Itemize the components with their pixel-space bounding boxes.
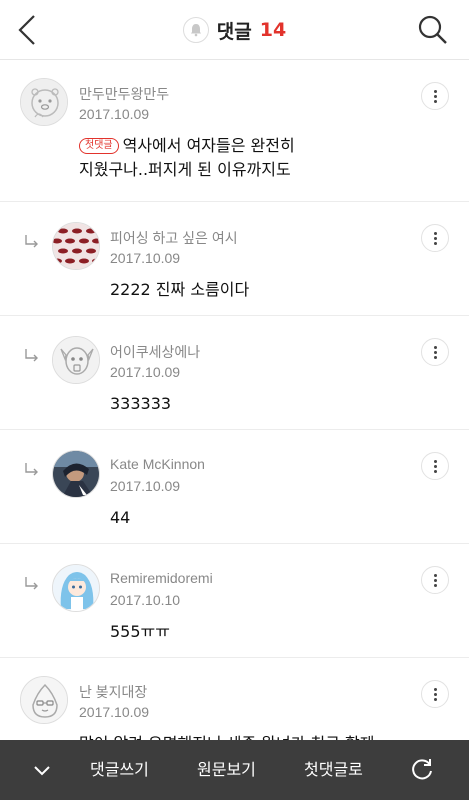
avatar[interactable] — [52, 450, 100, 498]
write-comment-button[interactable]: 댓글쓰기 — [90, 740, 149, 800]
refresh-icon — [412, 759, 432, 780]
reply-arrow-icon — [25, 235, 38, 248]
comment-text-line: 지웠구나..퍼지게 된 이유까지도 — [79, 160, 291, 179]
search-icon — [418, 15, 447, 44]
view-original-button[interactable]: 원문보기 — [197, 740, 256, 800]
comment-text: 첫댓글 역사에서 여자들은 완전히 지웠구나..퍼지게 된 이유까지도 — [79, 134, 295, 182]
reply-arrow-icon — [25, 463, 38, 476]
comment-text: 333333 — [110, 394, 172, 413]
reply-arrow-icon — [25, 349, 38, 362]
avatar[interactable] — [52, 564, 100, 612]
comment-text: 많이 알려 유명해지니 세종 왕녀가 친구 할제 — [79, 732, 374, 740]
avatar[interactable] — [20, 676, 68, 724]
comment-date: 2017.10.09 — [79, 704, 150, 720]
comment-author[interactable]: 만두만두왕만두 — [79, 84, 169, 104]
comment-text: 555ㅠㅠ — [110, 622, 170, 641]
comment-date: 2017.10.10 — [110, 592, 181, 608]
reply-arrow-icon — [25, 577, 38, 590]
comment-date: 2017.10.09 — [110, 250, 181, 266]
comment-text: 2222 진짜 소름이다 — [110, 280, 250, 299]
comment-date: 2017.10.09 — [110, 364, 181, 380]
more-options-button[interactable] — [421, 224, 449, 252]
more-options-button[interactable] — [421, 566, 449, 594]
title-label: 댓글 — [216, 20, 252, 43]
comment-date: 2017.10.09 — [79, 106, 150, 122]
reply-item: 어이쿠세상에나 2017.10.09 333333 — [0, 316, 469, 430]
comment-date: 2017.10.09 — [110, 478, 181, 494]
more-options-button[interactable] — [421, 452, 449, 480]
search-button[interactable] — [415, 12, 451, 48]
reply-item: 피어싱 하고 싶은 여시 2017.10.09 2222 진짜 소름이다 — [0, 202, 469, 316]
collapse-button[interactable] — [28, 756, 56, 784]
comment-author[interactable]: 피어싱 하고 싶은 여시 — [110, 228, 238, 248]
bell-icon[interactable] — [182, 17, 209, 43]
comment-author[interactable]: Remiremidoremi — [110, 570, 213, 586]
reply-item: Kate McKinnon 2017.10.09 44 — [0, 430, 469, 544]
comment-text: 44 — [110, 508, 131, 527]
avatar[interactable] — [20, 78, 68, 126]
chevron-down-icon — [34, 766, 50, 776]
refresh-button[interactable] — [408, 756, 436, 784]
comment-author[interactable]: 어이쿠세상에나 — [110, 342, 200, 362]
avatar[interactable] — [52, 222, 100, 270]
avatar[interactable] — [52, 336, 100, 384]
comment-author[interactable]: Kate McKinnon — [110, 456, 205, 472]
first-comment-button[interactable]: 첫댓글로 — [304, 740, 363, 800]
comment-list[interactable]: 만두만두왕만두 2017.10.09 첫댓글 역사에서 여자들은 완전히 지웠구나… — [0, 60, 469, 740]
app-header: 댓글 14 — [0, 0, 469, 60]
comment-author[interactable]: 난 봊지대장 — [79, 682, 147, 702]
page-title: 댓글 14 — [0, 14, 469, 46]
comment-text-line: 역사에서 여자들은 완전히 — [122, 136, 295, 155]
more-options-button[interactable] — [421, 680, 449, 708]
first-comment-badge: 첫댓글 — [79, 138, 119, 154]
more-options-button[interactable] — [421, 338, 449, 366]
reply-item: Remiremidoremi 2017.10.10 555ㅠㅠ — [0, 544, 469, 658]
more-options-button[interactable] — [421, 82, 449, 110]
bottom-toolbar: 댓글쓰기 원문보기 첫댓글로 — [0, 740, 469, 800]
comment-count: 14 — [259, 19, 287, 41]
comment-item: 만두만두왕만두 2017.10.09 첫댓글 역사에서 여자들은 완전히 지웠구나… — [0, 60, 469, 202]
comment-item: 난 봊지대장 2017.10.09 많이 알려 유명해지니 세종 왕녀가 친구 … — [0, 658, 469, 740]
